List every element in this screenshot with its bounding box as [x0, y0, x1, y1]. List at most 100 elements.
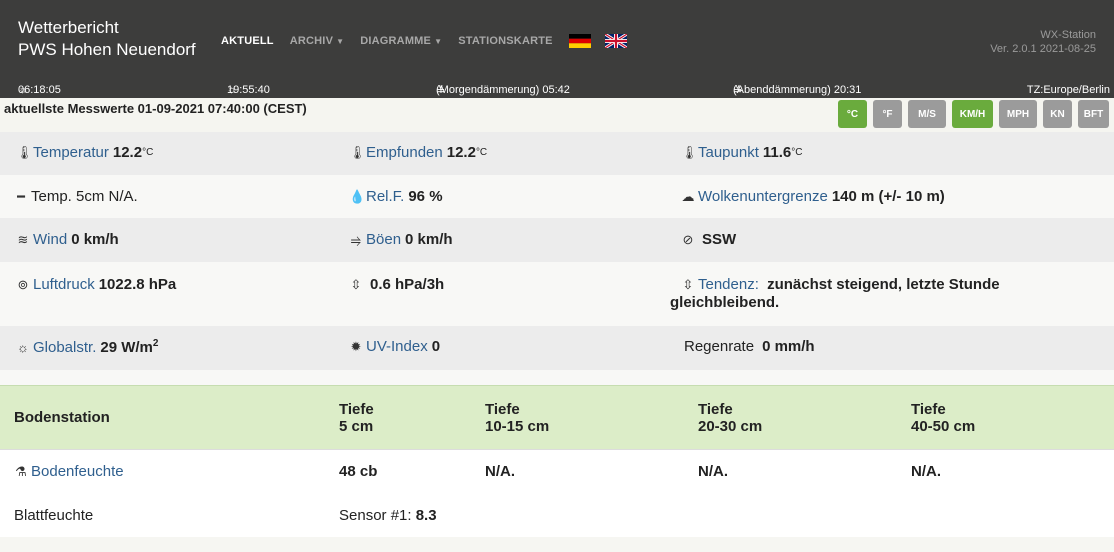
- trend-link[interactable]: Tendenz:: [698, 276, 759, 293]
- unit-celsius-button[interactable]: °C: [838, 100, 867, 128]
- solar-value: 29 W/m2: [100, 338, 158, 356]
- wind-icon: ≋: [17, 231, 29, 247]
- up-down-icon: ⇳: [682, 277, 694, 292]
- up-down-icon: ⇳: [350, 276, 362, 292]
- gust-link[interactable]: Böen: [366, 231, 401, 248]
- pressure-link[interactable]: Luftdruck: [33, 276, 95, 293]
- soil-moisture-value-3: N/A.: [698, 463, 728, 480]
- depth-value: 40-50 cm: [911, 418, 976, 435]
- soil-moisture-value-2: N/A.: [485, 463, 515, 480]
- dewpoint-unit: °C: [791, 147, 803, 158]
- spacer-row: [0, 370, 1114, 385]
- trend-cell: ⇳ Tendenz: zunächst steigend, letzte Stun…: [670, 276, 1000, 312]
- boden-title: Bodenstation: [14, 409, 110, 426]
- cloudbase-link[interactable]: Wolkenuntergrenze: [698, 188, 828, 205]
- pressure-change-cell: ⇳ 0.6 hPa/3h: [349, 276, 445, 293]
- unit-fahrenheit-button[interactable]: °F: [873, 100, 902, 128]
- temperature-cell: 🌡 Temperatur 12.2 °C: [16, 144, 153, 161]
- dewpoint-value: 11.6: [762, 144, 792, 161]
- depth-value: 10-15 cm: [485, 418, 550, 435]
- measurement-row-solar: ☼ Globalstr. 29 W/m2 ✹ UV-Index 0 Regenr…: [0, 326, 1114, 370]
- depth-col-3: Tiefe 20-30 cm: [698, 401, 762, 435]
- humidity-value: 96 %: [408, 188, 443, 205]
- felt-cell: 🌡 Empfunden 12.2 °C: [349, 144, 487, 161]
- dewpoint-link[interactable]: Taupunkt: [698, 144, 759, 161]
- rain-cell: Regenrate 0 mm/h: [684, 338, 815, 355]
- sun-times-row: ☼ 06:18:05 ☼ 19:55:40 ≚ (Morgendämmerung…: [0, 84, 1114, 98]
- station-version: Ver. 2.0.1 2021-08-25: [990, 43, 1096, 55]
- depth-value: 5 cm: [339, 418, 374, 435]
- solar-link[interactable]: Globalstr.: [33, 339, 96, 356]
- wind-direction-value: SSW: [702, 231, 737, 248]
- dewpoint-cell: 🌡 Taupunkt 11.6 °C: [681, 144, 803, 161]
- thermometer-icon: 🌡: [681, 144, 698, 160]
- current-header: aktuellste Messwerte 01-09-2021 07:40:00…: [0, 98, 1114, 132]
- wind-link[interactable]: Wind: [33, 231, 67, 248]
- measurement-row-wind: ≋ Wind 0 km/h ⥤ Böen 0 km/h ⊘ SSW: [0, 218, 1114, 262]
- measurement-row-humidity: ━ Temp. 5cm N/A. 💧 Rel.F. 96 % ☁ Wolkenu…: [0, 175, 1114, 218]
- unit-kmh-button[interactable]: KM/H: [952, 100, 993, 128]
- solar-cell: ☼ Globalstr. 29 W/m2: [16, 338, 158, 356]
- gauge-icon: ⊚: [17, 276, 29, 292]
- thermometer-icon: 🌡: [349, 144, 366, 160]
- main-nav: AKTUELL ARCHIV ▼ DIAGRAMME ▼ STATIONSKARTE: [221, 34, 641, 48]
- solar-value-sup: 2: [152, 338, 159, 349]
- depth-value: 20-30 cm: [698, 418, 763, 435]
- pressure-change-value: 0.6 hPa/3h: [370, 276, 445, 293]
- depth-word: Tiefe: [339, 401, 374, 418]
- gust-icon: ⥤: [350, 231, 362, 247]
- pressure-value: 1022.8 hPa: [98, 276, 177, 293]
- solar-value-number: 29 W/m: [100, 339, 153, 356]
- nav-archiv[interactable]: ARCHIV ▼: [290, 35, 345, 47]
- gust-value: 0 km/h: [405, 231, 453, 248]
- uv-link[interactable]: UV-Index: [366, 338, 428, 355]
- unit-bft-button[interactable]: BFT: [1078, 100, 1109, 128]
- compass-icon: ⊘: [682, 231, 694, 247]
- temp5cm-text: Temp. 5cm N/A.: [31, 188, 138, 205]
- rain-label: Regenrate: [684, 338, 755, 355]
- uv-cell: ✹ UV-Index 0: [349, 338, 441, 355]
- unit-ms-button[interactable]: M/S: [908, 100, 946, 128]
- nav-aktuell[interactable]: AKTUELL: [221, 35, 274, 47]
- leaf-sensor-label: Sensor #1:: [339, 507, 412, 524]
- humidity-cell: 💧 Rel.F. 96 %: [349, 188, 443, 205]
- depth-word: Tiefe: [485, 401, 520, 418]
- soil-moisture-value-4: N/A.: [911, 463, 941, 480]
- uv-value: 0: [431, 338, 441, 355]
- dusk-time: (Abenddämmerung) 20:31: [733, 84, 862, 96]
- german-flag-icon[interactable]: [568, 34, 591, 48]
- uv-sun-icon: ✹: [350, 338, 362, 354]
- soil-moisture-label-cell: ⚗ Bodenfeuchte: [14, 463, 124, 480]
- chevron-down-icon: ▼: [336, 37, 345, 46]
- brand[interactable]: Wetterbericht PWS Hohen Neuendorf: [18, 17, 196, 61]
- uk-flag-icon[interactable]: [604, 34, 627, 48]
- temperature-link[interactable]: Temperatur: [33, 144, 109, 161]
- nav-stationskarte[interactable]: STATIONSKARTE: [458, 35, 552, 47]
- cloudbase-cell: ☁ Wolkenuntergrenze 140 m (+/- 10 m): [681, 188, 945, 205]
- sunset-time: 19:55:40: [227, 84, 270, 96]
- table-row-soil-moisture: ⚗ Bodenfeuchte 48 cb N/A. N/A. N/A.: [0, 449, 1114, 493]
- temp5cm-cell: ━ Temp. 5cm N/A.: [14, 188, 138, 205]
- wind-direction-cell: ⊘ SSW: [681, 231, 737, 248]
- thermometer-icon: 🌡: [16, 144, 33, 160]
- soil-moisture-link[interactable]: Bodenfeuchte: [31, 463, 124, 480]
- depth-col-2: Tiefe 10-15 cm: [485, 401, 549, 435]
- humidity-link[interactable]: Rel.F.: [366, 188, 404, 205]
- brand-station: PWS Hohen Neuendorf: [18, 40, 196, 59]
- wind-cell: ≋ Wind 0 km/h: [16, 231, 119, 248]
- boden-table-header: Bodenstation Tiefe 5 cm Tiefe 10-15 cm Tie…: [0, 385, 1114, 449]
- nav-diagramme[interactable]: DIAGRAMME ▼: [360, 35, 442, 47]
- unit-buttons: °C °F M/S KM/H MPH KN BFT: [832, 100, 1109, 128]
- unit-kn-button[interactable]: KN: [1043, 100, 1072, 128]
- flask-icon: ⚗: [15, 464, 27, 479]
- cloud-icon: ☁: [681, 188, 695, 204]
- navbar: Wetterbericht PWS Hohen Neuendorf AKTUEL…: [0, 0, 1114, 98]
- brand-title: Wetterbericht: [18, 18, 119, 37]
- felt-unit: °C: [475, 147, 488, 158]
- nav-archiv-label: ARCHIV: [289, 35, 334, 47]
- felt-link[interactable]: Empfunden: [366, 144, 443, 161]
- temperature-value: 12.2: [112, 144, 143, 161]
- depth-word: Tiefe: [911, 401, 946, 418]
- chevron-down-icon: ▼: [434, 37, 443, 46]
- unit-mph-button[interactable]: MPH: [999, 100, 1037, 128]
